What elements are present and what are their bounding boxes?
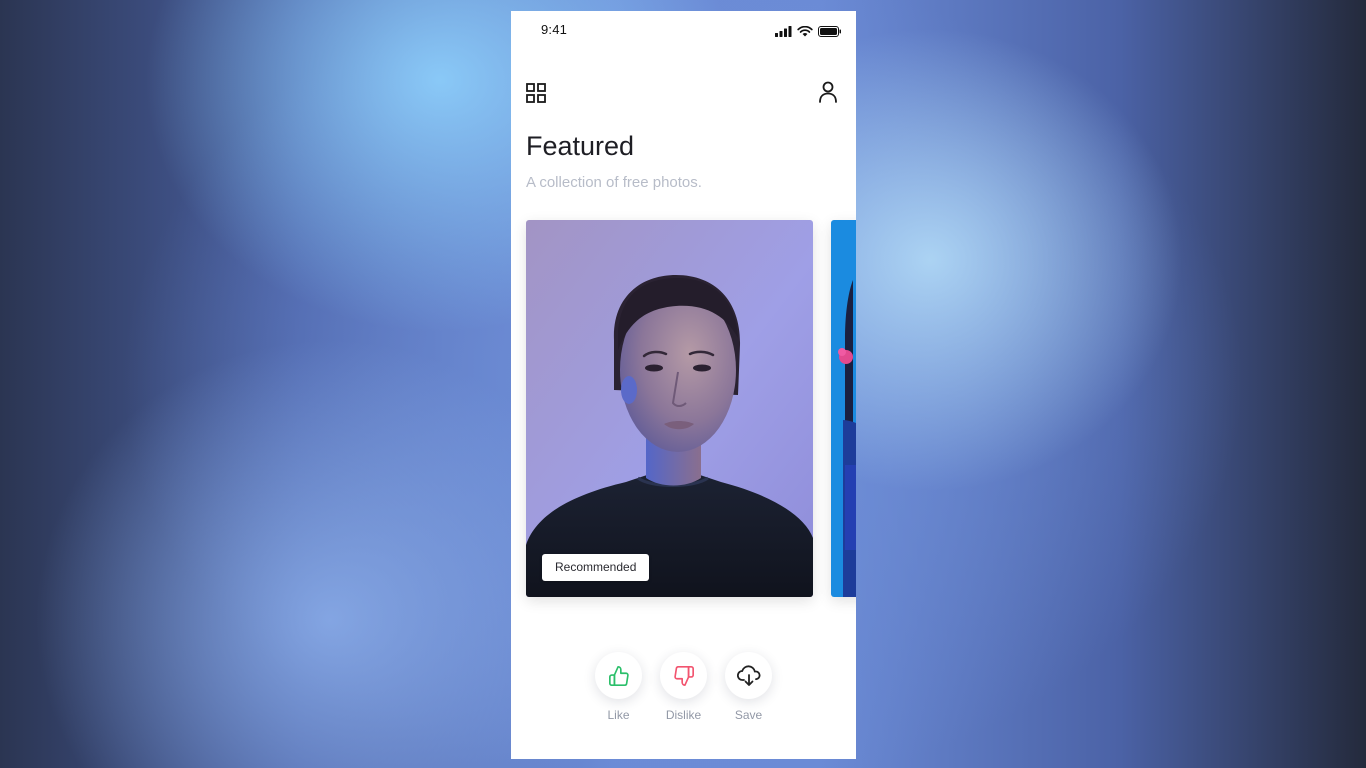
like-button-circle[interactable] (595, 652, 642, 699)
thumbs-down-icon (673, 665, 694, 686)
portrait-photo (526, 220, 813, 597)
action-bar: Like Dislike Save (595, 652, 772, 722)
grid-icon[interactable] (526, 83, 546, 103)
portrait-photo-next (831, 220, 856, 597)
save-button[interactable]: Save (725, 652, 772, 722)
cloud-download-icon (736, 664, 760, 686)
like-label: Like (607, 708, 630, 722)
phone-screen: 9:41 Featured A collection of free photo… (511, 11, 856, 759)
photo-card[interactable]: Recommended (526, 220, 813, 597)
save-label: Save (734, 708, 763, 722)
user-icon[interactable] (818, 81, 838, 103)
page-title: Featured (526, 131, 635, 161)
status-bar: 9:41 (511, 11, 856, 51)
photo-card-next[interactable] (831, 220, 856, 597)
status-icons (775, 26, 842, 37)
save-button-circle[interactable] (725, 652, 772, 699)
recommended-badge: Recommended (542, 554, 650, 581)
battery-icon (818, 26, 841, 37)
status-time: 9:41 (541, 22, 568, 37)
like-button[interactable]: Like (595, 652, 642, 722)
thumbs-up-icon (608, 665, 629, 686)
dislike-button-circle[interactable] (660, 652, 707, 699)
page-subtitle: A collection of free photos. (526, 174, 702, 191)
wifi-icon (797, 26, 813, 37)
signal-icon (775, 26, 792, 37)
dislike-button[interactable]: Dislike (660, 652, 707, 722)
dislike-label: Dislike (665, 708, 702, 722)
